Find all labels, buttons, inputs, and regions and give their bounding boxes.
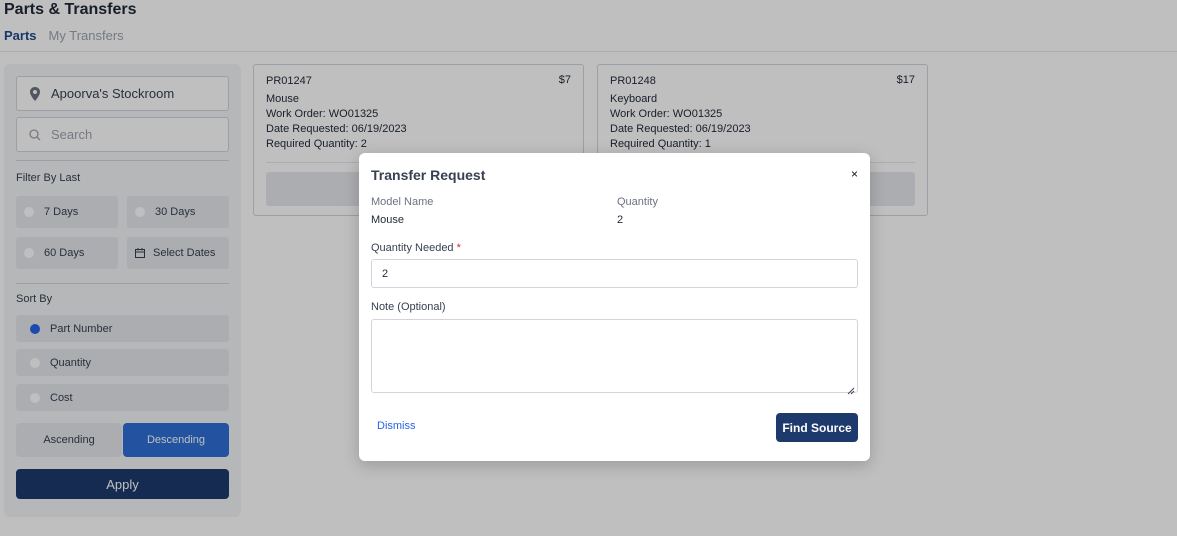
modal-title: Transfer Request (371, 167, 486, 183)
quantity-needed-label-text: Quantity Needed (371, 242, 454, 254)
model-name-label: Model Name (371, 196, 434, 208)
dismiss-button[interactable]: Dismiss (377, 420, 416, 432)
quantity-needed-input[interactable]: 2 (371, 259, 858, 288)
quantity-needed-label: Quantity Needed * (371, 242, 461, 254)
quantity-label: Quantity (617, 196, 658, 208)
resize-handle-icon[interactable] (847, 382, 855, 395)
note-label: Note (Optional) (371, 301, 446, 313)
quantity-value: 2 (617, 214, 624, 226)
note-textarea[interactable] (371, 319, 858, 395)
close-icon[interactable]: × (851, 167, 858, 181)
find-source-button[interactable]: Find Source (776, 413, 858, 442)
transfer-request-modal: Transfer Request × Model Name Mouse Quan… (359, 153, 870, 461)
required-marker: * (456, 242, 461, 254)
model-name-value: Mouse (371, 214, 405, 226)
